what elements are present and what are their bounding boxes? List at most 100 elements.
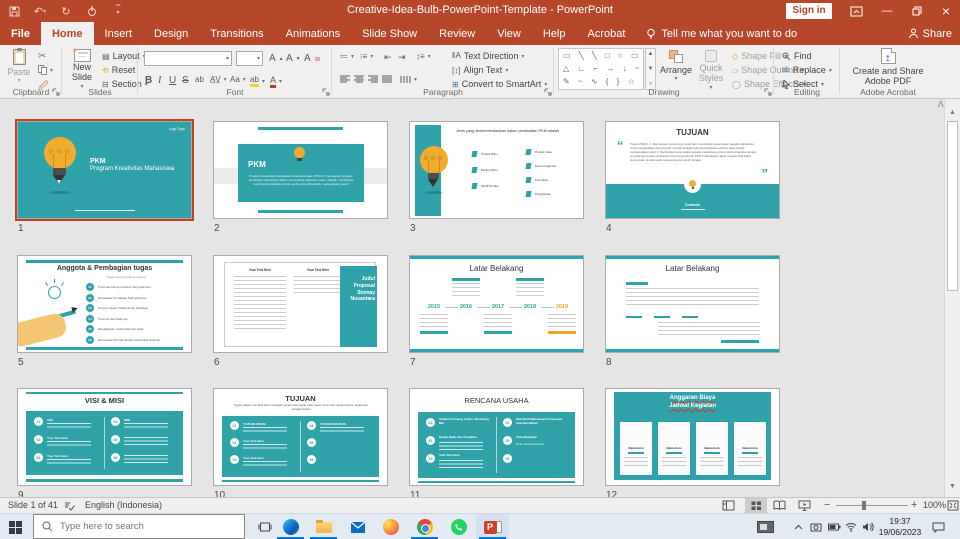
- increase-indent-icon[interactable]: ⇥: [398, 52, 406, 63]
- slide-thumbnail-1[interactable]: Logo Type PKM Program Kreativitas Mahasi…: [15, 119, 194, 221]
- tab-home[interactable]: Home: [40, 22, 94, 45]
- spellcheck-icon[interactable]: [64, 501, 75, 513]
- tab-design[interactable]: Design: [143, 22, 199, 45]
- shapes-gallery[interactable]: ▭ ╲ ╲ □ ○ ▭ △ ∟ ⌐ → ↓ ~ ✎ ~ ∿ { } ☆: [558, 48, 644, 90]
- align-right-icon[interactable]: [368, 75, 379, 84]
- create-share-pdf-button[interactable]: ↥ Create and Share Adobe PDF: [844, 48, 932, 87]
- character-spacing-icon[interactable]: A̲V̲ ▾: [210, 75, 227, 84]
- tab-view[interactable]: View: [486, 22, 532, 45]
- columns-icon[interactable]: ▾: [400, 75, 417, 84]
- reading-view-button[interactable]: [773, 500, 786, 513]
- battery-icon[interactable]: [826, 514, 842, 539]
- font-size-combo[interactable]: ▾: [236, 51, 263, 66]
- find-button[interactable]: Find: [782, 51, 812, 61]
- slide-thumbnail-10[interactable]: TUJUAN Tujuan dalam membuat bisnis sebag…: [213, 388, 388, 486]
- collapse-ribbon-chevron-icon[interactable]: ᐱ: [938, 100, 943, 109]
- scroll-up-arrow[interactable]: ▲: [949, 109, 956, 116]
- slide-thumbnail-8[interactable]: Latar Belakang: [605, 255, 780, 353]
- tab-help[interactable]: Help: [532, 22, 577, 45]
- align-left-icon[interactable]: [340, 75, 351, 84]
- zoom-slider-track[interactable]: [836, 505, 908, 506]
- search-input[interactable]: [60, 521, 220, 532]
- vertical-scrollbar[interactable]: ▲ ▼: [944, 99, 960, 497]
- strikethrough-icon[interactable]: S: [182, 75, 189, 86]
- bullets-icon[interactable]: ≔ ▾: [340, 52, 354, 61]
- tab-acrobat[interactable]: Acrobat: [577, 22, 637, 45]
- scrollbar-thumb[interactable]: [947, 121, 958, 291]
- slide-thumbnail-7[interactable]: Latar Belakang 2015 2016 2017 2018 2019: [409, 255, 584, 353]
- justify-icon[interactable]: [382, 75, 393, 84]
- clipboard-dialog-launcher[interactable]: [52, 88, 60, 96]
- increase-font-size-icon[interactable]: A ▲: [269, 53, 284, 64]
- tray-display-icon[interactable]: [808, 514, 824, 539]
- slide-thumbnail-12[interactable]: Anggaran Biaya Jadwal Kegiatan Nama Item…: [605, 388, 780, 486]
- wifi-icon[interactable]: [843, 514, 859, 539]
- slide-thumbnail-9[interactable]: VISI & MISI 01 VISI 02 Your Text Here 03…: [17, 388, 192, 486]
- cut-icon[interactable]: ✂: [38, 51, 46, 62]
- taskbar-clock[interactable]: 19:37 19/06/2023: [874, 516, 926, 537]
- taskbar-chrome[interactable]: [408, 514, 441, 539]
- share-button[interactable]: Share: [908, 22, 952, 45]
- zoom-in-button[interactable]: +: [911, 499, 917, 511]
- slideshow-view-button[interactable]: [798, 500, 811, 513]
- text-direction-button[interactable]: ⦀A Text Direction ▾: [452, 51, 524, 61]
- minimize-button[interactable]: —: [872, 0, 902, 22]
- taskbar-file-explorer[interactable]: [307, 514, 340, 539]
- change-case-icon[interactable]: Aa ▾: [230, 75, 246, 84]
- clear-formatting-icon[interactable]: A: [304, 53, 320, 64]
- tab-transitions[interactable]: Transitions: [199, 22, 274, 45]
- slide-thumbnail-5[interactable]: Anggota & Pembagian tugas Tugas masing m…: [17, 255, 192, 353]
- sign-in-button[interactable]: Sign in: [786, 3, 832, 19]
- copy-icon[interactable]: ▾: [38, 65, 53, 75]
- bold-icon[interactable]: B: [145, 75, 152, 86]
- tab-slide-show[interactable]: Slide Show: [351, 22, 428, 45]
- slide-thumbnail-11[interactable]: RENCANA USAHA 01 Analisis Peluang Usaha:…: [409, 388, 584, 486]
- slide-thumbnail-4[interactable]: TUJUAN “ Tujuan PKM-K: 1. Memotivasi (me…: [605, 121, 780, 219]
- taskbar-whatsapp[interactable]: [442, 514, 475, 539]
- italic-icon[interactable]: I: [158, 75, 161, 86]
- tray-app-window-icon[interactable]: [752, 514, 778, 539]
- decrease-font-size-icon[interactable]: A ▼: [286, 53, 301, 64]
- show-hidden-icons-chevron[interactable]: [790, 514, 806, 539]
- text-shadow-icon[interactable]: ab: [195, 75, 204, 84]
- restore-button[interactable]: [902, 0, 932, 22]
- decrease-indent-icon[interactable]: ⇤: [384, 52, 392, 63]
- ribbon-display-options-icon[interactable]: [845, 0, 867, 22]
- font-dialog-launcher[interactable]: [322, 88, 330, 96]
- font-name-combo[interactable]: ▾: [144, 51, 232, 66]
- taskbar-search[interactable]: [33, 514, 245, 539]
- slide-thumbnail-3[interactable]: Jenis yang direkomendasikan dalam pembua…: [409, 121, 584, 219]
- scroll-down-arrow[interactable]: ▼: [949, 483, 956, 490]
- numbering-icon[interactable]: ⁝≡ ▾: [360, 52, 373, 61]
- close-button[interactable]: ×: [932, 0, 960, 22]
- fit-to-window-button[interactable]: [947, 500, 959, 513]
- replace-button[interactable]: ab Replace ▾: [782, 65, 832, 75]
- tell-me-box[interactable]: Tell me what you want to do: [636, 22, 807, 45]
- new-slide-button[interactable]: ✶ New Slide ▾: [66, 46, 98, 90]
- reset-button[interactable]: ⟲ Reset: [102, 65, 135, 75]
- taskbar-edge[interactable]: [274, 514, 307, 539]
- line-spacing-icon[interactable]: ↕≡ ▾: [416, 52, 431, 61]
- slide-thumbnail-6[interactable]: Your Text Here Your Text Here Judul Prop…: [213, 255, 388, 353]
- tab-insert[interactable]: Insert: [94, 22, 144, 45]
- zoom-slider-thumb[interactable]: [862, 501, 866, 510]
- paragraph-dialog-launcher[interactable]: [544, 88, 552, 96]
- language-indicator[interactable]: English (Indonesia): [85, 500, 162, 510]
- taskbar-mail[interactable]: [341, 514, 374, 539]
- normal-view-button[interactable]: [722, 500, 735, 513]
- action-center-icon[interactable]: [928, 514, 948, 539]
- zoom-percentage[interactable]: 100%: [923, 500, 946, 510]
- slide-thumbnail-2[interactable]: PKM Program Kreativitas Mahasiswa Kewira…: [213, 121, 388, 219]
- drawing-dialog-launcher[interactable]: [764, 88, 772, 96]
- taskbar-firefox[interactable]: [374, 514, 407, 539]
- slide-sorter-view-button[interactable]: [745, 498, 767, 513]
- paste-button[interactable]: Paste ▾: [5, 48, 33, 84]
- tab-animations[interactable]: Animations: [275, 22, 351, 45]
- quick-styles-button[interactable]: Quick Styles ▾: [694, 50, 728, 91]
- highlight-color-icon[interactable]: ab ▾: [250, 75, 265, 87]
- zoom-out-button[interactable]: −: [824, 499, 830, 511]
- arrange-button[interactable]: Arrange ▾: [660, 50, 692, 82]
- tab-review[interactable]: Review: [428, 22, 486, 45]
- align-text-button[interactable]: [↕] Align Text ▾: [452, 65, 508, 75]
- tab-file[interactable]: File: [0, 22, 41, 45]
